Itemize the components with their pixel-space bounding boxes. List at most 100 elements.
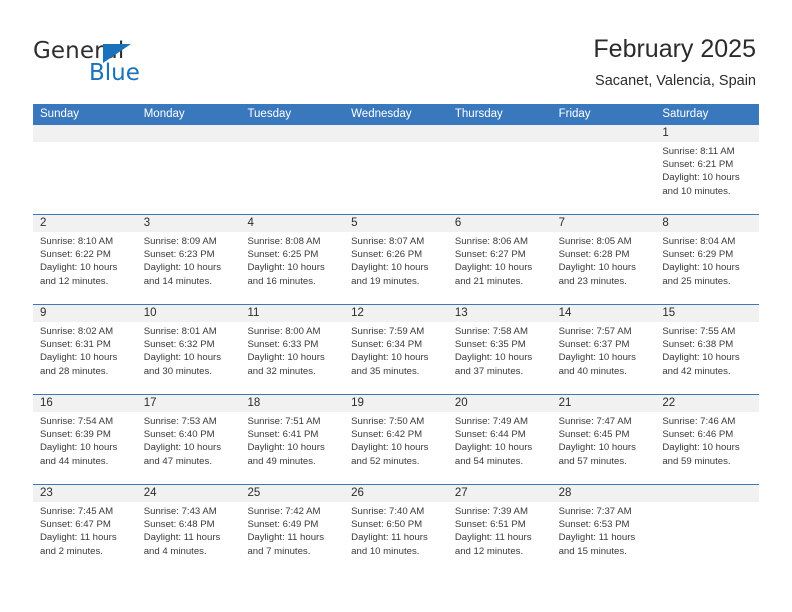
day-number[interactable]: 18 <box>240 395 344 412</box>
daylight-text-line2: and 12 minutes. <box>454 545 524 557</box>
page-header: General Blue February 2025 Sacanet, Vale… <box>0 0 792 104</box>
weekday-header-sunday: Sunday <box>40 108 80 120</box>
day-number[interactable]: 1 <box>655 125 759 142</box>
sunset-text: Sunset: 6:53 PM <box>558 519 630 531</box>
day-cell[interactable]: Sunrise: 7:39 AM Sunset: 6:51 PM Daylight:… <box>448 502 552 574</box>
sunset-text: Sunset: 6:23 PM <box>143 249 215 261</box>
day-number[interactable]: 15 <box>655 305 759 322</box>
sunset-text: Sunset: 6:33 PM <box>247 339 319 351</box>
day-number[interactable]: 5 <box>344 215 448 232</box>
day-cell[interactable]: Sunrise: 8:05 AM Sunset: 6:28 PM Daylight:… <box>552 232 656 304</box>
day-cell[interactable]: Sunrise: 7:47 AM Sunset: 6:45 PM Daylight:… <box>552 412 656 484</box>
sunset-text: Sunset: 6:34 PM <box>351 339 423 351</box>
day-cell[interactable]: Sunrise: 7:53 AM Sunset: 6:40 PM Daylight:… <box>137 412 241 484</box>
calendar-page: General Blue February 2025 Sacanet, Vale… <box>0 0 792 612</box>
day-cell[interactable]: Sunrise: 8:07 AM Sunset: 6:26 PM Daylight:… <box>344 232 448 304</box>
day-cell[interactable]: Sunrise: 8:00 AM Sunset: 6:33 PM Daylight:… <box>240 322 344 394</box>
day-number[interactable]: 9 <box>33 305 137 322</box>
daylight-text-line1: Daylight: 11 hours <box>454 532 532 544</box>
sunset-text: Sunset: 6:28 PM <box>558 249 630 261</box>
day-number[interactable]: 6 <box>448 215 552 232</box>
day-cell[interactable]: Sunrise: 7:42 AM Sunset: 6:49 PM Daylight:… <box>240 502 344 574</box>
day-cell[interactable]: Sunrise: 7:58 AM Sunset: 6:35 PM Daylight:… <box>448 322 552 394</box>
daylight-text-line2: and 40 minutes. <box>558 365 627 377</box>
sunrise-text: Sunrise: 7:40 AM <box>351 506 425 517</box>
day-number[interactable]: 12 <box>344 305 448 322</box>
day-number[interactable]: 11 <box>240 305 344 322</box>
daylight-text-line2: and 32 minutes. <box>247 365 316 377</box>
day-cell[interactable]: Sunrise: 8:02 AM Sunset: 6:31 PM Daylight:… <box>33 322 137 394</box>
day-number[interactable]: 20 <box>448 395 552 412</box>
day-number[interactable]: 3 <box>137 215 241 232</box>
daylight-text-line1: Daylight: 10 hours <box>558 262 636 274</box>
daylight-text-line1: Daylight: 10 hours <box>143 352 222 364</box>
day-cell[interactable]: Sunrise: 8:11 AM Sunset: 6:21 PM Daylight:… <box>655 142 759 214</box>
sunrise-text: Sunrise: 8:00 AM <box>247 326 321 337</box>
day-cell[interactable]: Sunrise: 8:08 AM Sunset: 6:25 PM Daylight:… <box>240 232 344 304</box>
sunrise-text: Sunrise: 7:55 AM <box>662 326 736 337</box>
day-number[interactable]: 17 <box>137 395 241 412</box>
day-number[interactable]: 8 <box>655 215 759 232</box>
day-cell[interactable]: Sunrise: 8:01 AM Sunset: 6:32 PM Daylight:… <box>137 322 241 394</box>
day-cell[interactable]: Sunrise: 7:50 AM Sunset: 6:42 PM Daylight:… <box>344 412 448 484</box>
week-detail-row: Sunrise: 7:54 AM Sunset: 6:39 PM Daylight:… <box>33 412 759 484</box>
daylight-text-line1: Daylight: 11 hours <box>247 532 325 544</box>
sunset-text: Sunset: 6:37 PM <box>558 339 630 351</box>
daylight-text-line1: Daylight: 11 hours <box>558 532 636 544</box>
day-number[interactable]: 23 <box>33 485 137 502</box>
day-number[interactable]: 22 <box>655 395 759 412</box>
sunrise-text: Sunrise: 7:37 AM <box>558 506 632 517</box>
week-daynumber-row: 2345678 <box>33 215 759 232</box>
day-number[interactable]: 16 <box>33 395 137 412</box>
day-cell[interactable]: Sunrise: 8:06 AM Sunset: 6:27 PM Daylight:… <box>448 232 552 304</box>
daylight-text-line2: and 15 minutes. <box>558 545 627 557</box>
day-cell[interactable]: Sunrise: 7:49 AM Sunset: 6:44 PM Daylight:… <box>448 412 552 484</box>
day-cell[interactable]: Sunrise: 8:10 AM Sunset: 6:22 PM Daylight:… <box>33 232 137 304</box>
day-number[interactable]: 26 <box>344 485 448 502</box>
day-number[interactable]: 2 <box>33 215 137 232</box>
sunset-text: Sunset: 6:50 PM <box>351 519 423 531</box>
daylight-text-line1: Daylight: 10 hours <box>247 262 325 274</box>
daylight-text-line2: and 52 minutes. <box>351 455 420 467</box>
daylight-text-line2: and 12 minutes. <box>40 275 109 287</box>
day-number[interactable]: 13 <box>448 305 552 322</box>
day-number[interactable]: 14 <box>552 305 656 322</box>
sunset-text: Sunset: 6:31 PM <box>40 339 111 351</box>
day-cell[interactable]: Sunrise: 7:51 AM Sunset: 6:41 PM Daylight:… <box>240 412 344 484</box>
weekday-header-thursday: Thursday <box>454 108 503 120</box>
sunrise-text: Sunrise: 8:01 AM <box>143 326 217 337</box>
day-cell[interactable]: Sunrise: 8:09 AM Sunset: 6:23 PM Daylight:… <box>137 232 241 304</box>
day-cell[interactable]: Sunrise: 7:55 AM Sunset: 6:38 PM Daylight:… <box>655 322 759 394</box>
day-number[interactable]: 19 <box>344 395 448 412</box>
day-number[interactable]: 25 <box>240 485 344 502</box>
sunrise-text: Sunrise: 8:04 AM <box>662 236 736 247</box>
general-blue-logo[interactable]: General Blue <box>33 38 233 90</box>
day-number[interactable]: 28 <box>552 485 656 502</box>
day-number[interactable]: 21 <box>552 395 656 412</box>
day-cell[interactable]: Sunrise: 7:54 AM Sunset: 6:39 PM Daylight:… <box>33 412 137 484</box>
day-cell[interactable]: Sunrise: 7:57 AM Sunset: 6:37 PM Daylight:… <box>552 322 656 394</box>
day-cell[interactable]: Sunrise: 7:37 AM Sunset: 6:53 PM Daylight:… <box>552 502 656 574</box>
day-cell[interactable]: Sunrise: 8:04 AM Sunset: 6:29 PM Daylight:… <box>655 232 759 304</box>
daylight-text-line2: and 23 minutes. <box>558 275 627 287</box>
day-number[interactable]: 7 <box>552 215 656 232</box>
sunset-text: Sunset: 6:38 PM <box>662 339 734 351</box>
sunrise-text: Sunrise: 7:50 AM <box>351 416 425 427</box>
day-cell[interactable]: Sunrise: 7:45 AM Sunset: 6:47 PM Daylight:… <box>33 502 137 574</box>
day-cell[interactable]: Sunrise: 7:46 AM Sunset: 6:46 PM Daylight:… <box>655 412 759 484</box>
sunrise-text: Sunrise: 8:02 AM <box>40 326 114 337</box>
day-cell[interactable]: Sunrise: 7:59 AM Sunset: 6:34 PM Daylight:… <box>344 322 448 394</box>
daylight-text-line2: and 19 minutes. <box>351 275 420 287</box>
day-number[interactable]: 4 <box>240 215 344 232</box>
daylight-text-line2: and 59 minutes. <box>662 455 731 467</box>
day-cell[interactable]: Sunrise: 7:40 AM Sunset: 6:50 PM Daylight:… <box>344 502 448 574</box>
daylight-text-line1: Daylight: 10 hours <box>662 442 740 454</box>
daylight-text-line2: and 25 minutes. <box>662 275 731 287</box>
daylight-text-line1: Daylight: 10 hours <box>662 172 740 184</box>
day-cell[interactable]: Sunrise: 7:43 AM Sunset: 6:48 PM Daylight:… <box>137 502 241 574</box>
weekday-header-wednesday: Wednesday <box>351 108 412 120</box>
day-number[interactable]: 10 <box>137 305 241 322</box>
sunset-text: Sunset: 6:41 PM <box>247 429 319 441</box>
day-number[interactable]: 24 <box>137 485 241 502</box>
day-number[interactable]: 27 <box>448 485 552 502</box>
